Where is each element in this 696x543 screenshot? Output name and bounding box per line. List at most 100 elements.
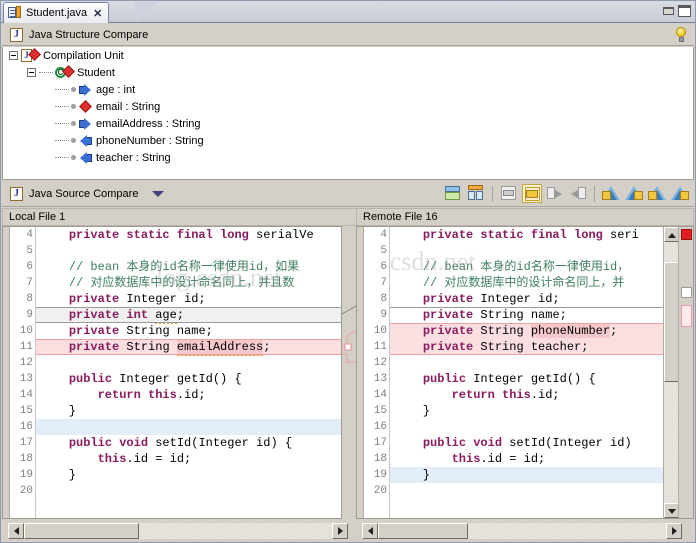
- tree-item-compilation-unit[interactable]: J Compilation Unit: [3, 47, 693, 64]
- right-horizontal-scrollbar[interactable]: [362, 523, 682, 539]
- view-menu-caret-icon[interactable]: [152, 191, 164, 197]
- code-line[interactable]: }: [390, 403, 663, 419]
- maximize-icon[interactable]: [678, 5, 691, 17]
- code-line[interactable]: return this.id;: [390, 387, 663, 403]
- code-line[interactable]: }: [36, 467, 341, 483]
- next-difference-icon[interactable]: [601, 184, 621, 203]
- editor-tab-bar: Student.java ✕: [1, 1, 695, 23]
- java-file-icon: J: [10, 187, 23, 201]
- copy-change-right-icon[interactable]: [545, 184, 565, 203]
- minimize-icon[interactable]: [662, 5, 674, 15]
- scroll-right-arrow-icon[interactable]: [666, 523, 682, 539]
- scroll-down-arrow-icon[interactable]: [664, 503, 679, 518]
- line-number: 9: [10, 307, 33, 323]
- side-by-side-icon[interactable]: [466, 184, 486, 203]
- code-line[interactable]: // bean 本身的id名称一律使用id，: [390, 259, 663, 275]
- code-line[interactable]: // bean 本身的id名称一律使用id，如果: [36, 259, 341, 275]
- code-line[interactable]: // 对应数据库中的设计命名同上，并且数: [36, 275, 341, 291]
- code-line[interactable]: return this.id;: [36, 387, 341, 403]
- close-icon[interactable]: ✕: [93, 7, 102, 20]
- previous-change-icon[interactable]: [670, 184, 690, 203]
- line-number: 14: [10, 387, 33, 403]
- code-line[interactable]: private int age;: [36, 307, 341, 323]
- code-line[interactable]: private String name;: [390, 307, 663, 323]
- lightbulb-icon[interactable]: [674, 27, 688, 43]
- right-code-area[interactable]: private static final long seri // bean 本…: [390, 227, 663, 518]
- tree-item-emailaddress[interactable]: emailAddress : String: [3, 115, 693, 132]
- code-line[interactable]: [390, 355, 663, 371]
- code-line[interactable]: private String teacher;: [390, 339, 663, 355]
- structure-compare-title: Java Structure Compare: [29, 29, 148, 41]
- left-pane-title: Local File 1: [9, 211, 65, 223]
- left-pane-header: Local File 1: [2, 208, 342, 226]
- structure-compare-tree[interactable]: J Compilation Unit C Student age : int e…: [2, 47, 694, 180]
- right-vertical-scrollbar[interactable]: [663, 227, 678, 518]
- left-code-area[interactable]: private static final long serialVe // be…: [36, 227, 341, 518]
- scrollbar-thumb[interactable]: [378, 523, 468, 539]
- local-file-editor[interactable]: 4567891011121314151617181920 private sta…: [2, 226, 342, 519]
- code-line[interactable]: private String phoneNumber;: [390, 323, 663, 339]
- code-line[interactable]: [36, 355, 341, 371]
- code-line[interactable]: [36, 483, 341, 499]
- code-line[interactable]: [36, 243, 341, 259]
- copy-all-right-icon[interactable]: [499, 184, 519, 203]
- code-line[interactable]: private String emailAddress;: [36, 339, 341, 355]
- editor-tab-student-java[interactable]: Student.java ✕: [3, 2, 109, 23]
- line-number: 15: [364, 403, 387, 419]
- tree-item-age[interactable]: age : int: [3, 81, 693, 98]
- code-line[interactable]: private static final long seri: [390, 227, 663, 243]
- diff-connector-strip[interactable]: [342, 226, 356, 519]
- compilation-unit-icon: J: [21, 49, 39, 63]
- overview-change-marker[interactable]: [681, 287, 692, 298]
- code-line[interactable]: [390, 419, 663, 435]
- code-line[interactable]: [390, 243, 663, 259]
- line-number: 10: [364, 323, 387, 339]
- scrollbar-thumb[interactable]: [664, 262, 679, 382]
- code-line[interactable]: private String name;: [36, 323, 341, 339]
- tree-item-student[interactable]: C Student: [3, 64, 693, 81]
- tree-item-email[interactable]: email : String: [3, 98, 693, 115]
- structure-compare-title-group: J Java Structure Compare: [10, 28, 148, 42]
- code-line[interactable]: private Integer id;: [36, 291, 341, 307]
- code-line[interactable]: this.id = id;: [36, 451, 341, 467]
- scroll-right-arrow-icon[interactable]: [332, 523, 348, 539]
- code-line[interactable]: private Integer id;: [390, 291, 663, 307]
- code-line[interactable]: public Integer getId() {: [390, 371, 663, 387]
- line-number: 18: [10, 451, 33, 467]
- code-line[interactable]: }: [36, 403, 341, 419]
- code-line[interactable]: public void setId(Integer id): [390, 435, 663, 451]
- left-horizontal-scrollbar[interactable]: [8, 523, 348, 539]
- copy-all-left-icon[interactable]: [522, 184, 542, 203]
- remote-file-editor[interactable]: 4567891011121314151617181920 private sta…: [356, 226, 694, 519]
- code-line[interactable]: // 对应数据库中的设计命名同上，并: [390, 275, 663, 291]
- collapse-icon[interactable]: [27, 68, 36, 77]
- code-line[interactable]: public Integer getId() {: [36, 371, 341, 387]
- line-number: 11: [364, 339, 387, 355]
- code-line[interactable]: [390, 483, 663, 499]
- code-line[interactable]: this.id = id;: [390, 451, 663, 467]
- scrollbar-thumb[interactable]: [24, 523, 139, 539]
- code-line[interactable]: public void setId(Integer id) {: [36, 435, 341, 451]
- code-line[interactable]: private static final long serialVe: [36, 227, 341, 243]
- tree-item-phonenumber[interactable]: phoneNumber : String: [3, 132, 693, 149]
- previous-difference-icon[interactable]: [624, 184, 644, 203]
- code-line[interactable]: }: [390, 467, 663, 483]
- java-file-icon: J: [10, 28, 23, 42]
- java-structure-compare-header: J Java Structure Compare: [2, 24, 694, 46]
- scroll-left-arrow-icon[interactable]: [8, 523, 24, 539]
- collapse-icon[interactable]: [9, 51, 18, 60]
- line-number: 10: [10, 323, 33, 339]
- code-line[interactable]: [36, 419, 341, 435]
- line-number: 12: [10, 355, 33, 371]
- horizontal-scrollbars: [2, 520, 694, 542]
- overview-diff-marker[interactable]: [681, 305, 692, 327]
- pane-header-gap: [342, 208, 356, 226]
- tree-item-teacher[interactable]: teacher : String: [3, 149, 693, 166]
- scroll-up-arrow-icon[interactable]: [664, 227, 679, 242]
- two-pane-layout-icon[interactable]: [443, 184, 463, 203]
- overview-ruler[interactable]: [678, 227, 693, 518]
- next-change-icon[interactable]: [647, 184, 667, 203]
- scroll-left-arrow-icon[interactable]: [362, 523, 378, 539]
- overview-error-marker[interactable]: [681, 229, 692, 240]
- copy-change-left-icon[interactable]: [568, 184, 588, 203]
